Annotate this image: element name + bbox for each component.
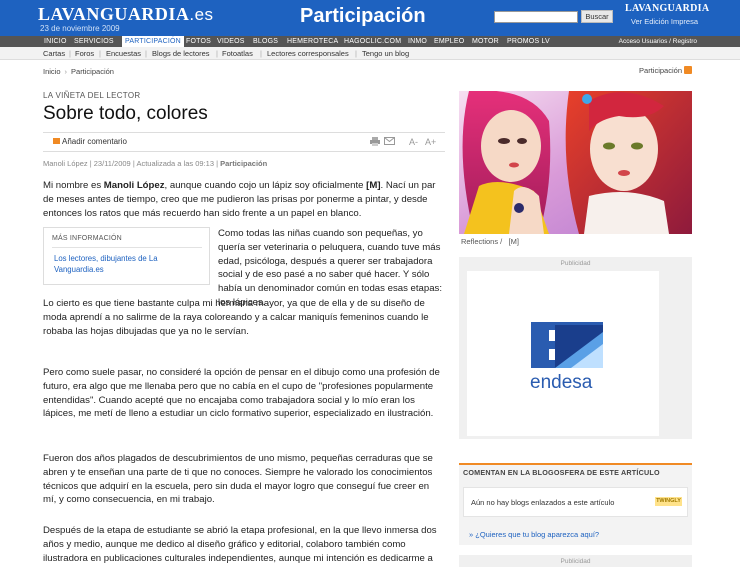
subnav-separator: |: [216, 49, 218, 58]
article-kicker: LA VIÑETA DEL LECTOR: [43, 91, 141, 100]
add-comment-label: Añadir comentario: [62, 137, 127, 146]
subnav-item-corresponsales[interactable]: Lectores corresponsales: [267, 47, 349, 60]
article-title: Sobre todo, colores: [43, 103, 208, 124]
more-info-title: MÁS INFORMACIÓN: [52, 235, 122, 242]
blogosphere-ask-link[interactable]: » ¿Quieres que tu blog aparezca aquí?: [469, 530, 599, 539]
article-illustration[interactable]: [459, 91, 692, 234]
print-logo: LAVANGUARDIA: [625, 3, 710, 14]
endesa-ad[interactable]: endesa: [467, 271, 659, 436]
article-paragraph-3: Pero como suele pasar, no consideré la o…: [43, 367, 440, 420]
nav-item-promos[interactable]: PROMOS LV: [507, 36, 550, 47]
blogosphere-box: COMENTAN EN LA BLOGOSFERA DE ESTE ARTÍCU…: [459, 463, 692, 545]
nav-item-inmo[interactable]: INMO: [408, 36, 427, 47]
nav-item-participacion[interactable]: PARTICIPACIÓN: [122, 36, 184, 47]
endesa-logo-icon: [531, 322, 603, 368]
subnav-item-cartas[interactable]: Cartas: [43, 47, 65, 60]
photo-caption-author: [M]: [508, 237, 519, 246]
nav-item-videos[interactable]: VIDEOS: [217, 36, 245, 47]
article-paragraph-2: Lo cierto es que tiene bastante culpa mi…: [43, 298, 429, 337]
nav-item-blogs[interactable]: BLOGS: [253, 36, 278, 47]
rss-icon: [684, 66, 692, 74]
subnav-item-encuestas[interactable]: Encuestas: [106, 47, 141, 60]
article-tools-bar: Añadir comentario A- A+: [43, 132, 445, 152]
rss-label: Participación: [639, 66, 682, 75]
breadcrumb-participacion[interactable]: Participación: [71, 67, 114, 76]
subnav-separator: |: [355, 49, 357, 58]
author-name: Manoli López: [103, 180, 165, 191]
breadcrumb-inicio[interactable]: Inicio: [43, 67, 61, 76]
print-edition-link[interactable]: Ver Edición Impresa: [625, 17, 698, 26]
twingly-badge[interactable]: TWINGLY: [655, 497, 682, 506]
photo-caption: Reflections / [M]: [461, 237, 519, 246]
subnav-item-tengo-blog[interactable]: Tengo un blog: [362, 47, 409, 60]
nav-item-motor[interactable]: MOTOR: [472, 36, 499, 47]
comment-icon: [53, 138, 60, 144]
subnav-item-foros[interactable]: Foros: [75, 47, 94, 60]
font-bigger-button[interactable]: A+: [425, 137, 436, 147]
print-icon[interactable]: [370, 137, 380, 148]
breadcrumb-separator: ›: [64, 67, 68, 76]
header-date: 23 de noviembre 2009: [40, 24, 120, 33]
nav-item-fotos[interactable]: FOTOS: [186, 36, 211, 47]
more-info-box: MÁS INFORMACIÓN Los lectores, dibujantes…: [43, 227, 210, 285]
rss-link[interactable]: Participación: [639, 66, 692, 75]
section-title: Participación: [300, 5, 426, 27]
article-byline: Manoli López | 23/11/2009 | Actualizada …: [43, 159, 268, 168]
blogosphere-empty-message: Aún no hay blogs enlazados a este artícu…: [471, 498, 615, 507]
nav-item-empleo[interactable]: EMPLEO: [434, 36, 464, 47]
more-info-link[interactable]: Los lectores, dibujantes de La Vanguardi…: [54, 253, 204, 275]
more-info-divider: [52, 247, 202, 248]
add-comment-link[interactable]: Añadir comentario: [53, 137, 127, 146]
email-icon[interactable]: [384, 137, 395, 147]
ad-label: Publicidad: [560, 260, 591, 267]
sub-nav: Cartas | Foros | Encuestas | Blogs de le…: [0, 47, 740, 60]
subnav-item-blogs-lectores[interactable]: Blogs de lectores: [152, 47, 210, 60]
subnav-separator: |: [69, 49, 71, 58]
main-nav: INICIO SERVICIOS PARTICIPACIÓN FOTOS VID…: [0, 36, 740, 47]
subnav-separator: |: [99, 49, 101, 58]
login-register-link[interactable]: Acceso Usuarios / Registro: [619, 36, 697, 47]
nav-item-hagoclic[interactable]: HAGOCLIC.COM: [344, 36, 401, 47]
breadcrumb: Inicio › Participación: [43, 67, 114, 76]
search-button[interactable]: Buscar: [581, 10, 613, 23]
nav-item-hemeroteca[interactable]: HEMEROTECA: [287, 36, 338, 47]
photo-caption-title: Reflections /: [461, 237, 503, 246]
ad-box: Publicidad endesa: [459, 257, 692, 439]
article-paragraph-4: Fueron dos años plagados de descubrimien…: [43, 453, 433, 506]
article-paragraph-5: Después de la etapa de estudiante se abr…: [43, 525, 437, 564]
byline-updated: Actualizada a las 09:13: [136, 159, 214, 168]
byline-date: 23/11/2009: [93, 159, 131, 168]
ad-label-2: Publicidad: [560, 558, 591, 565]
byline-author[interactable]: Manoli López: [43, 159, 88, 168]
nav-item-servicios[interactable]: SERVICIOS: [74, 36, 114, 47]
byline-section[interactable]: Participación: [220, 159, 267, 168]
article-paragraph-1: Mi nombre es Manoli López, aunque cuando…: [43, 180, 436, 219]
subnav-separator: |: [260, 49, 262, 58]
blogosphere-list: Aún no hay blogs enlazados a este artícu…: [463, 487, 688, 517]
subnav-item-fotoatlas[interactable]: Fotoatlas: [222, 47, 253, 60]
author-tag: [M]: [366, 180, 381, 191]
print-edition-box[interactable]: LAVANGUARDIA Ver Edición Impresa: [625, 3, 710, 32]
ad-box-2: Publicidad: [459, 555, 692, 567]
blogosphere-title: COMENTAN EN LA BLOGOSFERA DE ESTE ARTÍCU…: [463, 468, 660, 477]
search-input[interactable]: [494, 11, 578, 23]
endesa-wordmark: endesa: [530, 372, 593, 393]
font-smaller-button[interactable]: A-: [409, 137, 418, 147]
nav-item-inicio[interactable]: INICIO: [44, 36, 67, 47]
subnav-separator: |: [145, 49, 147, 58]
site-logo[interactable]: LAVANGUARDIA.es: [38, 4, 214, 25]
top-header: LAVANGUARDIA.es 23 de noviembre 2009 Par…: [0, 0, 740, 36]
